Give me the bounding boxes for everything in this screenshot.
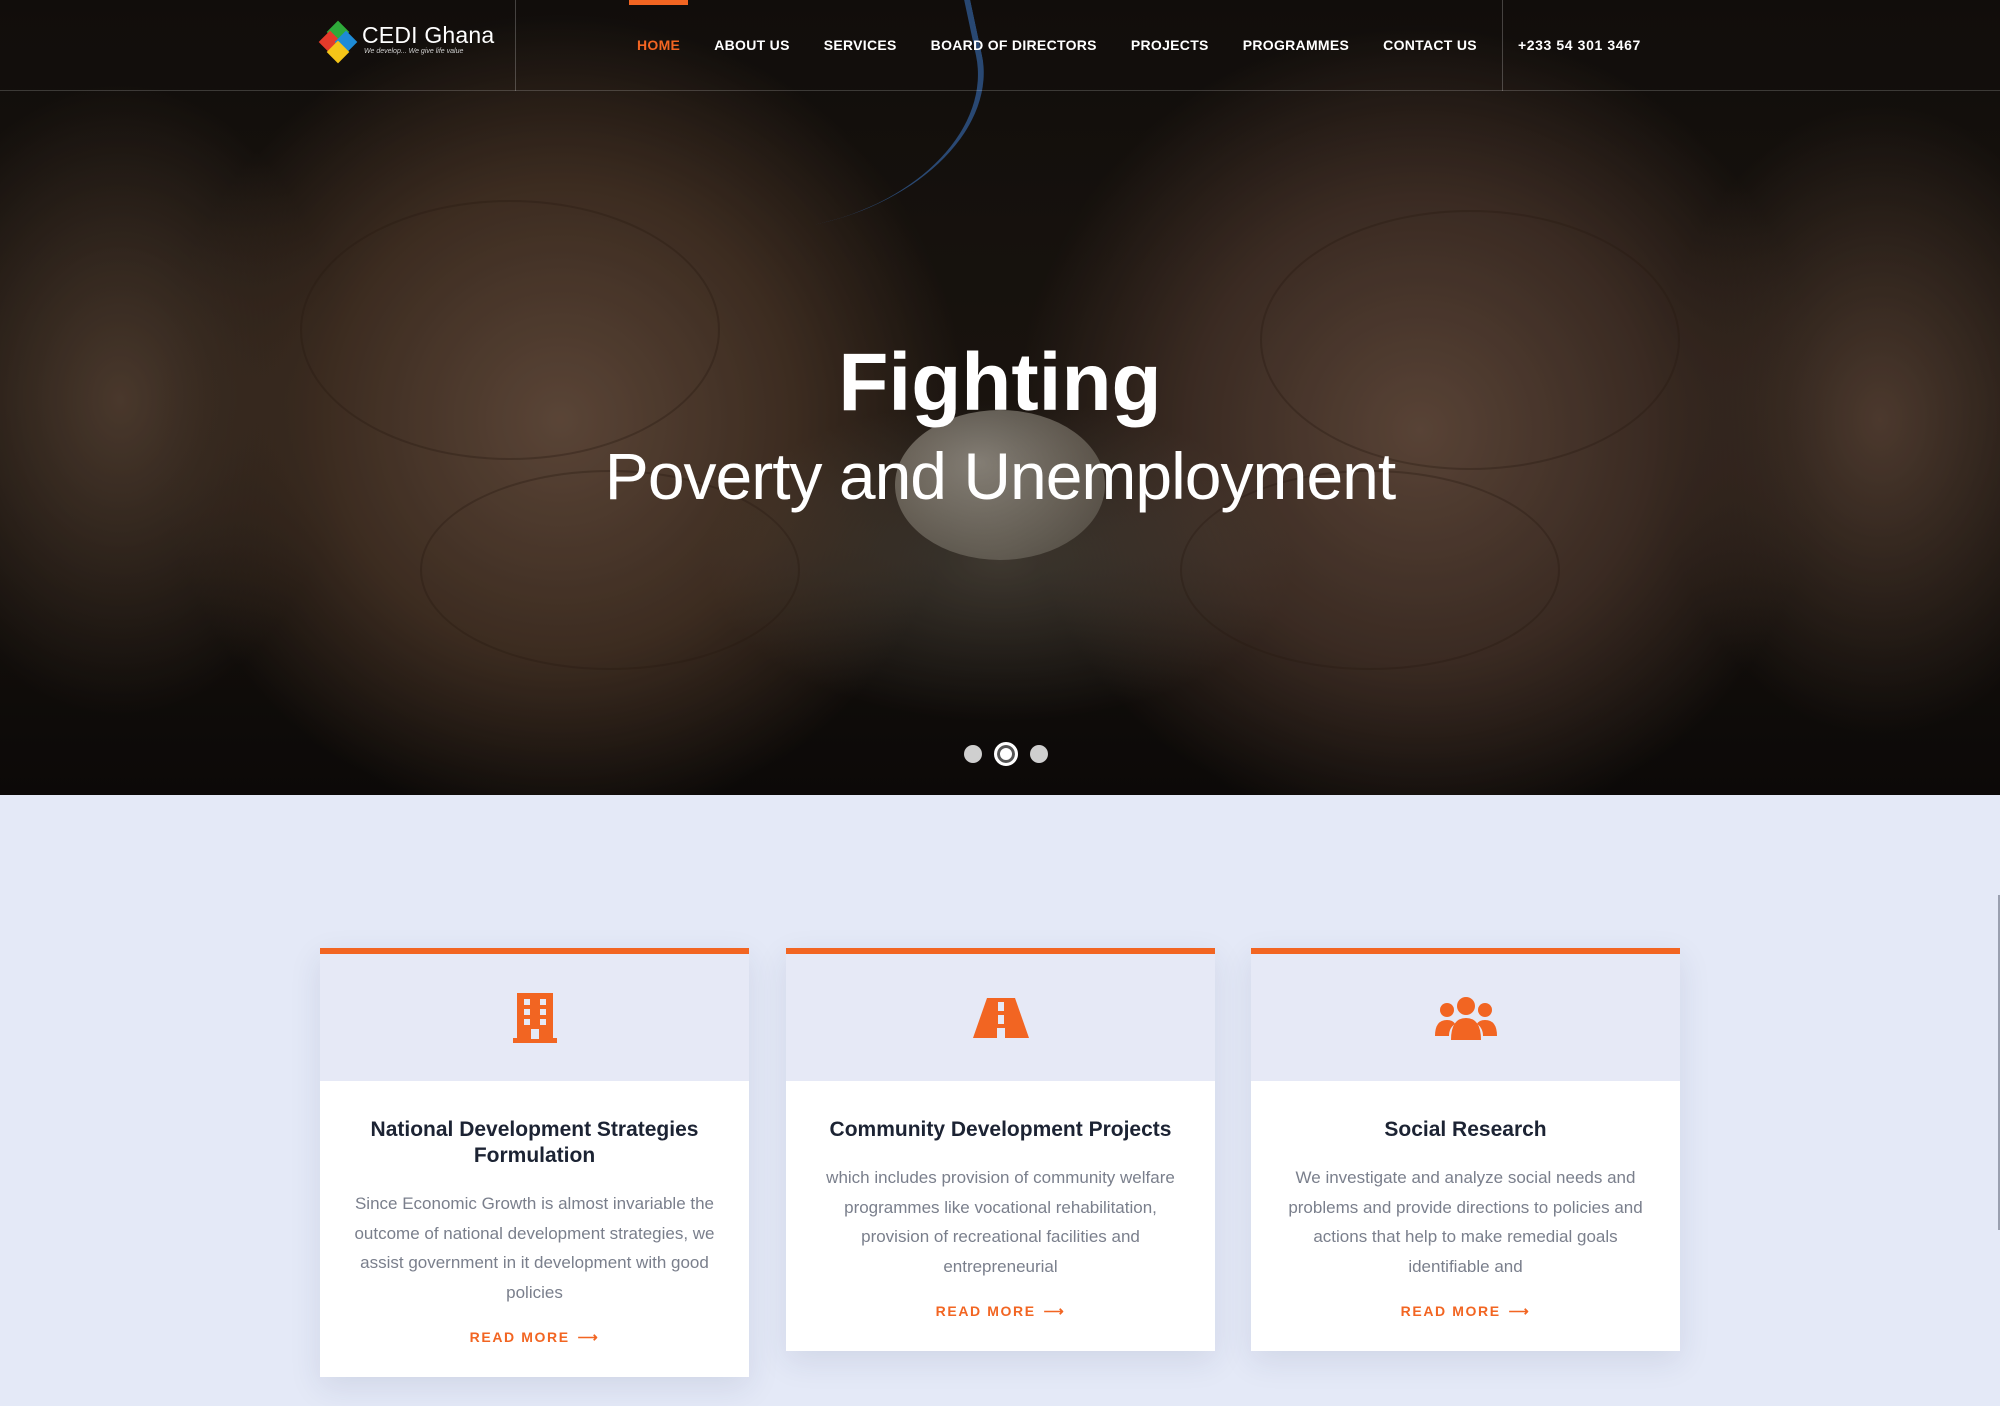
nav-about-us[interactable]: ABOUT US	[714, 0, 790, 91]
service-card: Social Research We investigate and analy…	[1251, 948, 1680, 1351]
read-more-link[interactable]: READ MORE ⟶	[470, 1329, 600, 1346]
read-more-link[interactable]: READ MORE ⟶	[936, 1303, 1066, 1320]
logo-icon	[318, 20, 358, 64]
slider-dot-2[interactable]	[994, 742, 1018, 766]
nav-home[interactable]: HOME	[628, 0, 689, 91]
nav-programmes[interactable]: PROGRAMMES	[1243, 0, 1349, 91]
brand-name: CEDI Ghana	[362, 22, 495, 48]
card-icon-area	[786, 948, 1215, 1081]
hero-title: Fighting	[838, 337, 1162, 428]
card-description: We investigate and analyze social needs …	[1288, 1168, 1643, 1276]
brand-tagline: We develop... We give life value	[364, 48, 464, 55]
building-icon	[512, 992, 557, 1043]
service-card: Community Development Projects which inc…	[786, 948, 1215, 1351]
arrow-right-icon: ⟶	[577, 1329, 600, 1345]
site-logo[interactable]: CEDI Ghana We develop... We give life va…	[318, 20, 500, 70]
hero-caption: Fighting Poverty and Unemployment	[0, 335, 2000, 521]
nav-services[interactable]: SERVICES	[824, 0, 897, 91]
read-more-link[interactable]: READ MORE ⟶	[1401, 1303, 1531, 1320]
service-card: National Development Strategies Formulat…	[320, 948, 749, 1377]
header-divider	[515, 0, 516, 91]
road-icon	[972, 997, 1029, 1038]
nav-projects[interactable]: PROJECTS	[1131, 0, 1209, 91]
phone-number[interactable]: +233 54 301 3467	[1518, 0, 1641, 91]
hero-subtitle: Poverty and Unemployment	[604, 439, 1396, 513]
slider-dot-3[interactable]	[1030, 745, 1048, 763]
slider-dot-1[interactable]	[964, 745, 982, 763]
header-divider	[1502, 0, 1503, 91]
users-icon	[1434, 996, 1497, 1040]
card-title: National Development Strategies Formulat…	[370, 1118, 699, 1167]
card-title: Community Development Projects	[829, 1118, 1172, 1141]
card-description: Since Economic Growth is almost invariab…	[354, 1194, 715, 1302]
nav-contact-us[interactable]: CONTACT US	[1383, 0, 1477, 91]
card-description: which includes provision of community we…	[826, 1168, 1175, 1276]
card-icon-area	[320, 948, 749, 1081]
card-title: Social Research	[1384, 1118, 1547, 1141]
nav-board-of-directors[interactable]: BOARD OF DIRECTORS	[931, 0, 1097, 91]
main-nav: HOME ABOUT US SERVICES BOARD OF DIRECTOR…	[620, 0, 1494, 91]
arrow-right-icon: ⟶	[1043, 1303, 1066, 1319]
site-header: CEDI Ghana We develop... We give life va…	[0, 0, 2000, 91]
card-icon-area	[1251, 948, 1680, 1081]
arrow-right-icon: ⟶	[1508, 1303, 1531, 1319]
slider-dots	[958, 742, 1054, 766]
